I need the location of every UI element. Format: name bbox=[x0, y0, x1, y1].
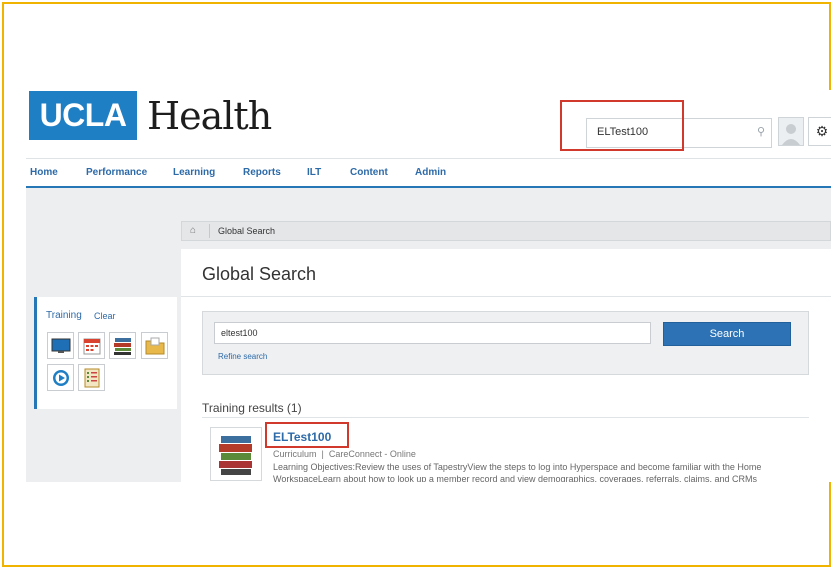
result-type: Curriculum bbox=[273, 449, 317, 459]
page-title: Global Search bbox=[202, 264, 317, 284]
search-icon[interactable]: ⚲ bbox=[757, 125, 765, 138]
screenshot-area: UCLA Health ELTest100 ⚲ ⚙ Home Performan… bbox=[26, 90, 831, 482]
search-input[interactable]: eltest100 bbox=[214, 322, 651, 344]
folder-icon[interactable] bbox=[141, 332, 168, 359]
results-divider bbox=[202, 417, 809, 418]
nav-content[interactable]: Content bbox=[350, 167, 388, 178]
highlight-box-search bbox=[560, 100, 684, 151]
result-provider: CareConnect - Online bbox=[328, 449, 416, 459]
global-search-panel: Global Search eltest100 Search Refine se… bbox=[181, 249, 831, 482]
logo-word: Health bbox=[147, 93, 272, 138]
nav-learning[interactable]: Learning bbox=[173, 167, 215, 178]
result-meta-separator: | bbox=[321, 449, 324, 459]
books-stack-icon bbox=[219, 436, 252, 475]
training-filter-panel: Training Clear bbox=[34, 297, 177, 409]
breadcrumb-separator bbox=[209, 224, 210, 238]
user-silhouette-icon bbox=[782, 124, 800, 145]
result-thumbnail[interactable] bbox=[210, 427, 262, 481]
result-description: Learning Objectives:Review the uses of T… bbox=[273, 461, 813, 482]
search-button[interactable]: Search bbox=[663, 322, 791, 346]
nav-admin[interactable]: Admin bbox=[415, 167, 446, 178]
main-nav: Home Performance Learning Reports ILT Co… bbox=[26, 158, 831, 189]
calendar-icon[interactable] bbox=[78, 332, 105, 359]
breadcrumb-current: Global Search bbox=[218, 226, 276, 236]
nav-ilt[interactable]: ILT bbox=[307, 167, 321, 178]
ucla-health-logo: UCLA Health bbox=[29, 91, 272, 140]
nav-performance[interactable]: Performance bbox=[86, 167, 147, 178]
title-divider bbox=[181, 296, 831, 297]
logo-box: UCLA bbox=[29, 91, 137, 140]
breadcrumb: ⌂ Global Search bbox=[181, 221, 831, 241]
checklist-icon[interactable] bbox=[78, 364, 105, 391]
result-meta: Curriculum | CareConnect - Online bbox=[273, 449, 416, 459]
home-icon[interactable]: ⌂ bbox=[190, 225, 196, 236]
result-description-line2: WorkspaceLearn about how to look up a me… bbox=[273, 474, 758, 482]
nav-reports[interactable]: Reports bbox=[243, 167, 281, 178]
nav-home[interactable]: Home bbox=[30, 167, 58, 178]
training-filter-clear[interactable]: Clear bbox=[94, 311, 116, 321]
training-filter-title: Training bbox=[46, 310, 82, 321]
highlight-box-result bbox=[265, 422, 349, 448]
refine-search-link[interactable]: Refine search bbox=[218, 352, 267, 361]
search-box-area: eltest100 Search Refine search bbox=[202, 311, 809, 375]
books-icon[interactable] bbox=[109, 332, 136, 359]
user-avatar[interactable] bbox=[778, 117, 804, 146]
result-description-line1: Learning Objectives:Review the uses of T… bbox=[273, 462, 762, 472]
monitor-icon[interactable] bbox=[47, 332, 74, 359]
video-play-icon[interactable] bbox=[47, 364, 74, 391]
gear-icon[interactable]: ⚙ bbox=[808, 117, 831, 146]
results-heading: Training results (1) bbox=[202, 401, 302, 415]
